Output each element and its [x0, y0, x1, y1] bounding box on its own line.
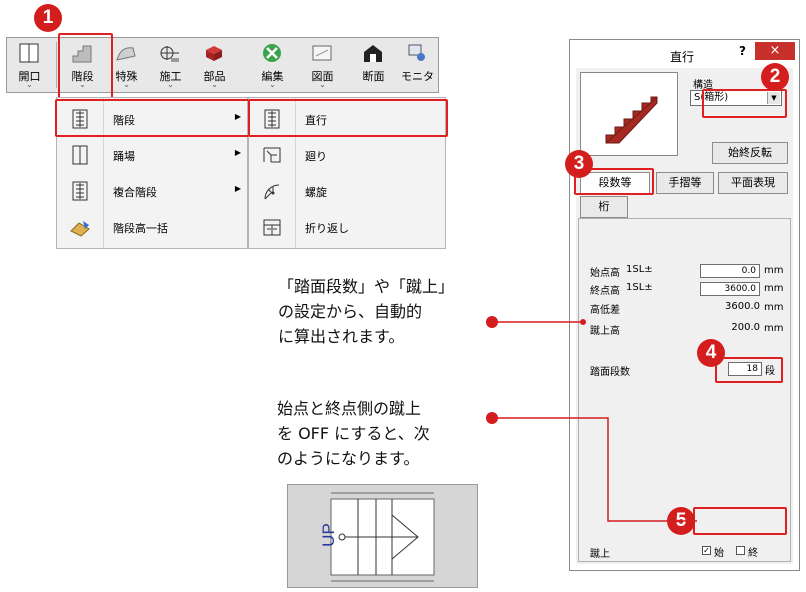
- riser-off-plan-image: UP: [287, 484, 478, 588]
- up-label: UP: [318, 523, 338, 547]
- stairs-plan-icon: [330, 492, 435, 582]
